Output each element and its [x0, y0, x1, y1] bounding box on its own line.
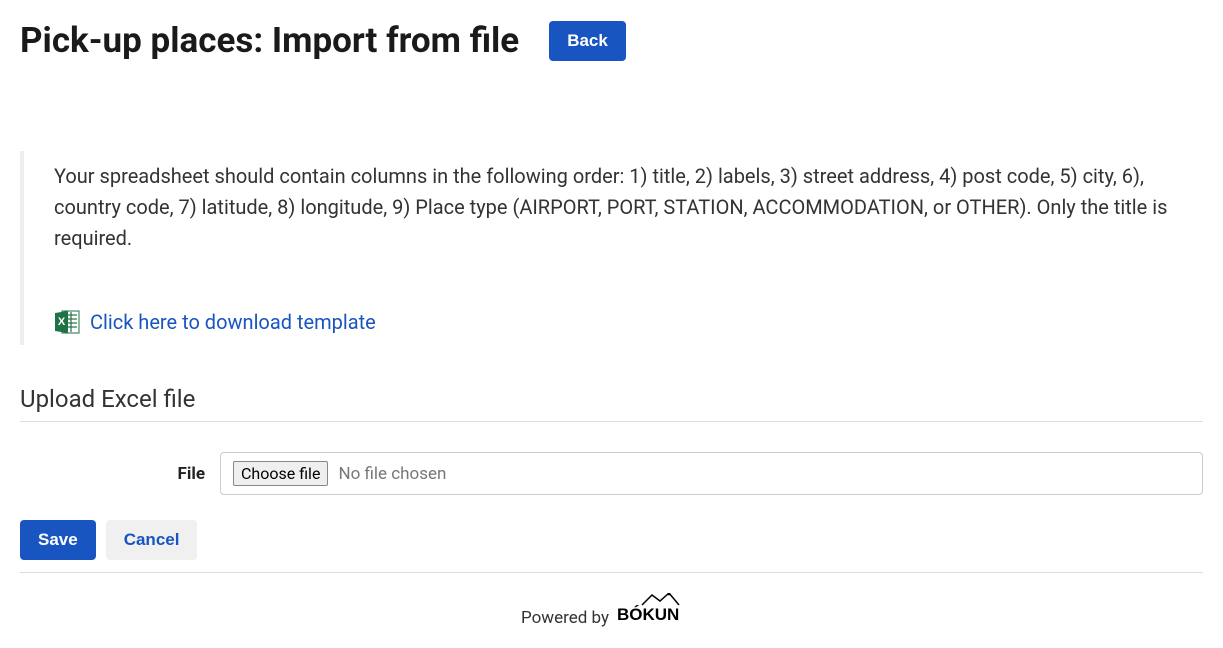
footer: Powered by BÓKUN: [20, 593, 1203, 628]
svg-text:BÓKUN: BÓKUN: [617, 605, 679, 623]
page-header: Pick-up places: Import from file Back: [20, 20, 1203, 61]
svg-text:X: X: [58, 316, 66, 328]
page-title: Pick-up places: Import from file: [20, 20, 519, 61]
excel-icon: X: [54, 309, 80, 335]
file-label: File: [20, 464, 220, 484]
info-description: Your spreadsheet should contain columns …: [54, 161, 1178, 254]
section-divider: [20, 421, 1203, 422]
powered-by-text: Powered by: [521, 608, 609, 628]
choose-file-button[interactable]: Choose file: [233, 461, 328, 486]
download-template-link[interactable]: Click here to download template: [90, 310, 376, 334]
action-button-row: Save Cancel: [20, 520, 1203, 560]
no-file-chosen-text: No file chosen: [338, 464, 446, 484]
save-button[interactable]: Save: [20, 520, 96, 560]
bokun-logo: BÓKUN: [617, 593, 702, 628]
upload-section-title: Upload Excel file: [20, 385, 1203, 413]
file-form-row: File Choose file No file chosen: [20, 452, 1203, 495]
back-button[interactable]: Back: [549, 21, 626, 61]
footer-divider: [20, 572, 1203, 573]
file-input-wrapper[interactable]: Choose file No file chosen: [220, 452, 1203, 495]
download-template-row: X Click here to download template: [54, 309, 1178, 335]
info-block: Your spreadsheet should contain columns …: [20, 151, 1203, 345]
cancel-button[interactable]: Cancel: [106, 520, 198, 560]
